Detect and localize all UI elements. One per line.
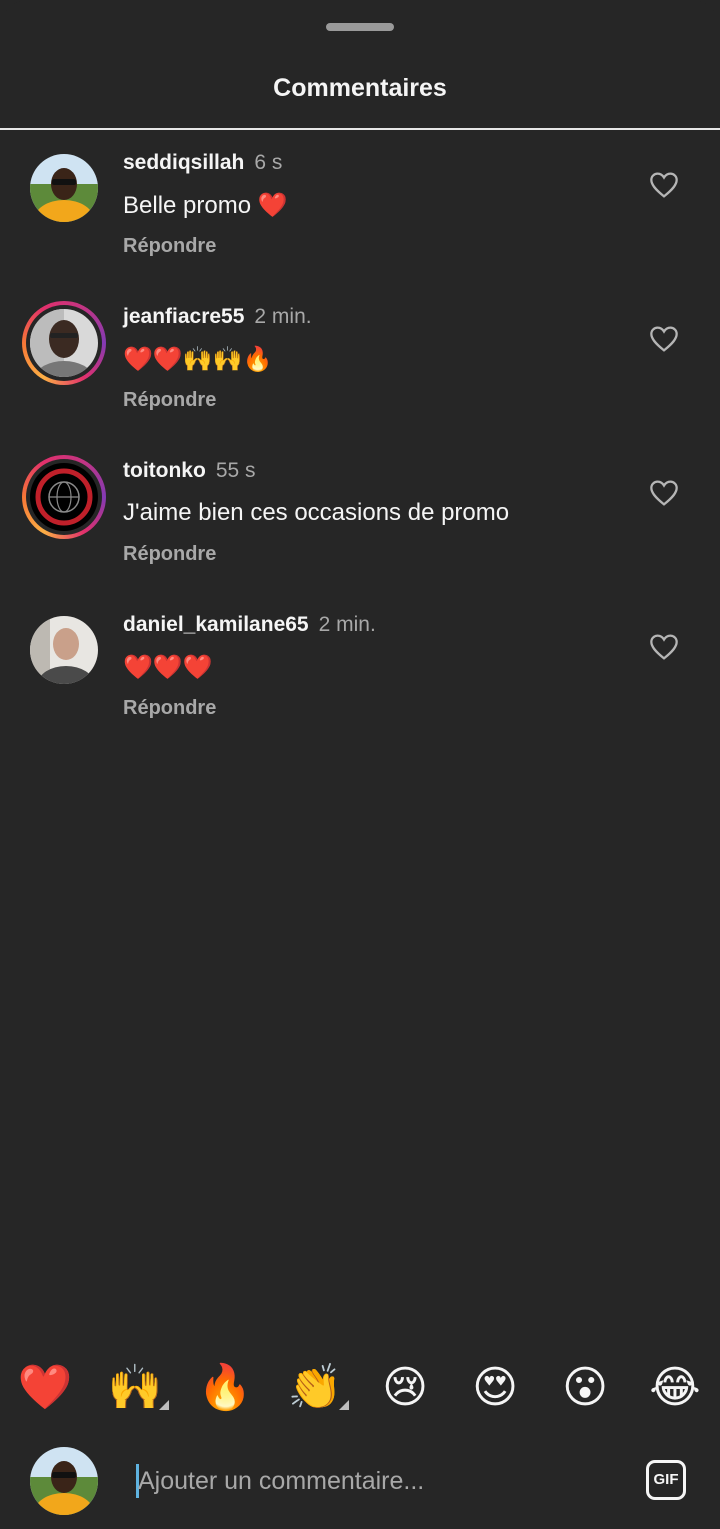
skin-tone-indicator (159, 1400, 169, 1410)
reaction-crying-face[interactable]: 😢 (375, 1358, 435, 1418)
comment-time: 2 min. (254, 305, 312, 328)
reaction-heart-eyes[interactable]: 😍 (465, 1358, 525, 1418)
reaction-clapping-hands[interactable]: 👏 (285, 1358, 345, 1418)
skin-tone-indicator (339, 1400, 349, 1410)
reaction-heart[interactable]: ❤️ (15, 1358, 75, 1418)
reply-button[interactable]: Répondre (123, 235, 216, 258)
reaction-fire[interactable]: 🔥 (195, 1358, 255, 1418)
avatar (30, 463, 98, 531)
reaction-raising-hands[interactable]: 🙌 (105, 1358, 165, 1418)
comment-text: ❤️❤️❤️ (123, 654, 213, 681)
heart-icon[interactable] (648, 631, 680, 663)
comment-input[interactable] (138, 1464, 618, 1498)
comment-text: Belle promo ❤️ (123, 192, 288, 219)
comment-item: toitonko 55 s J'aime bien ces occasions d… (0, 449, 720, 579)
gif-button[interactable]: GIF (646, 1460, 686, 1500)
avatar[interactable] (30, 616, 98, 684)
comment-item: jeanfiacre55 2 min. ❤️❤️🙌🙌🔥 Répondre (0, 295, 720, 425)
reaction-tears-of-joy[interactable]: 😂 (645, 1358, 705, 1418)
page-title: Commentaires (273, 74, 447, 102)
header-divider (0, 128, 720, 130)
comment-text: ❤️❤️🙌🙌🔥 (123, 346, 273, 373)
comment-composer: GIF (0, 1440, 720, 1529)
avatar (30, 309, 98, 377)
comment-time: 55 s (215, 459, 256, 482)
comment-time: 6 s (254, 151, 283, 174)
comment-item: daniel_kamilane65 2 min. ❤️❤️❤️ Répondre (0, 603, 720, 733)
reply-button[interactable]: Répondre (123, 543, 216, 566)
avatar-story-ring[interactable] (22, 301, 106, 385)
comment-username[interactable]: daniel_kamilane65 2 min. (123, 613, 376, 637)
avatar (30, 1447, 98, 1515)
comments-sheet: Commentaires seddiqsillah 6 s Belle promo… (0, 0, 720, 1529)
heart-icon[interactable] (648, 169, 680, 201)
heart-icon[interactable] (648, 323, 680, 355)
comment-username[interactable]: seddiqsillah 6 s (123, 151, 282, 175)
avatar[interactable] (30, 154, 98, 222)
comment-time: 2 min. (318, 613, 376, 636)
quick-reaction-bar: ❤️ 🙌 🔥 👏 😢 😍 😮 😂 (0, 1358, 720, 1418)
comment-username[interactable]: jeanfiacre55 2 min. (123, 305, 312, 329)
drag-handle[interactable] (326, 23, 394, 31)
avatar-story-ring[interactable] (22, 455, 106, 539)
reaction-surprised-face[interactable]: 😮 (555, 1358, 615, 1418)
comment-item: seddiqsillah 6 s Belle promo ❤️ Répondre (0, 141, 720, 271)
reply-button[interactable]: Répondre (123, 697, 216, 720)
comment-username[interactable]: toitonko 55 s (123, 459, 256, 483)
comment-text: J'aime bien ces occasions de promo (123, 499, 510, 526)
heart-icon[interactable] (648, 477, 680, 509)
reply-button[interactable]: Répondre (123, 389, 216, 412)
